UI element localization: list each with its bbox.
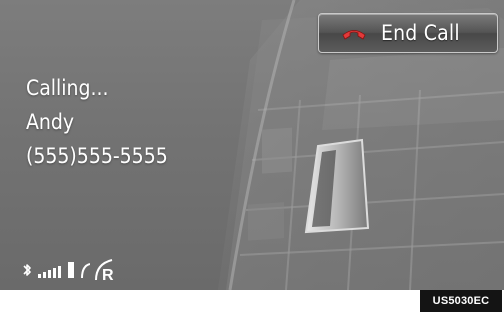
roaming-label: R	[102, 267, 114, 282]
bluetooth-icon	[23, 264, 31, 276]
end-call-label: End Call	[381, 21, 460, 45]
call-screen: End Call Calling... Andy (555)555-5555 R	[0, 0, 504, 290]
call-status-text: Calling...	[26, 76, 109, 100]
handset-hang-up-icon	[342, 30, 366, 40]
end-call-button[interactable]: End Call	[318, 13, 498, 53]
battery-icon	[68, 262, 74, 278]
contact-name: Andy	[26, 110, 75, 134]
roaming-indicator-icon: R	[95, 259, 114, 282]
signal-strength-icon	[38, 262, 90, 279]
phone-number: (555)555-5555	[26, 144, 168, 168]
image-code-label: US5030EC	[420, 290, 502, 312]
phone-status-bar: R	[22, 258, 118, 282]
